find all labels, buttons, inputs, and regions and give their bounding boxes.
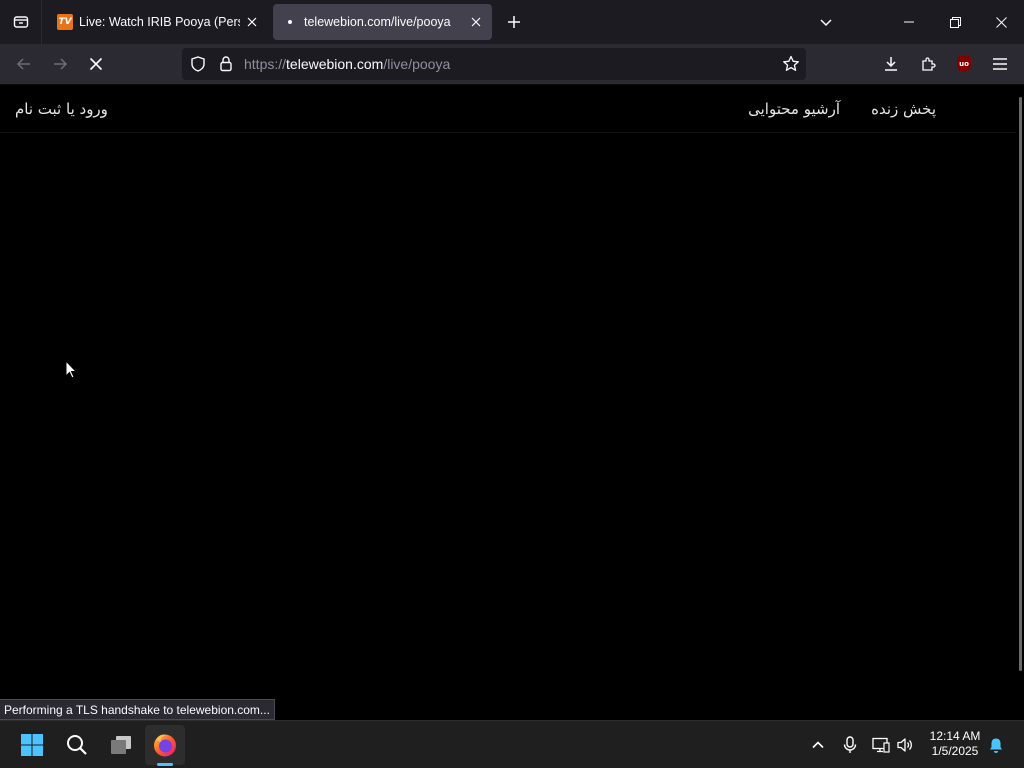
- loading-dot-icon: [282, 14, 298, 30]
- clock-date: 1/5/2025: [931, 744, 979, 758]
- tab-title: Live: Watch IRIB Pooya (Persian: [79, 15, 240, 29]
- taskbar-firefox-button[interactable]: [145, 725, 185, 765]
- page-scrollbar[interactable]: [1019, 97, 1022, 671]
- start-button[interactable]: [12, 725, 52, 765]
- stop-icon: [89, 57, 103, 71]
- taskbar: 12:14 AM 1/5/2025: [0, 720, 1024, 768]
- system-clock[interactable]: 12:14 AM 1/5/2025: [922, 729, 988, 759]
- lock-icon[interactable]: [218, 55, 234, 76]
- app-menu-button[interactable]: [985, 50, 1015, 78]
- ublock-badge-label: uo: [959, 60, 969, 68]
- show-hidden-icons-button[interactable]: [806, 733, 830, 757]
- arrow-right-icon: [54, 58, 68, 70]
- firefox-view-button[interactable]: [0, 0, 42, 44]
- site-header: پخش زنده آرشیو محتوایی ورود یا ثبت نام: [0, 85, 1016, 133]
- stop-button[interactable]: [81, 50, 111, 78]
- chevron-up-icon: [812, 741, 824, 749]
- extensions-button[interactable]: [913, 50, 943, 78]
- forward-button[interactable]: [45, 50, 75, 78]
- url-text[interactable]: https://telewebion.com/live/pooya: [244, 56, 450, 72]
- status-panel: Performing a TLS handshake to telewebion…: [0, 699, 275, 720]
- nav-link-live[interactable]: پخش زنده: [871, 100, 936, 118]
- windows-logo-icon: [21, 734, 43, 756]
- notifications-button[interactable]: [984, 733, 1008, 757]
- minimize-icon: [904, 21, 914, 23]
- bell-icon: [990, 738, 1002, 753]
- minimize-button[interactable]: [886, 0, 932, 44]
- network-tray-button[interactable]: [869, 733, 893, 757]
- url-scheme: https://: [244, 56, 287, 72]
- firefox-icon: [154, 734, 176, 757]
- arrow-left-icon: [16, 58, 30, 70]
- search-button[interactable]: [57, 725, 97, 765]
- telewebion-favicon: TV: [57, 14, 73, 30]
- microphone-tray-button[interactable]: [838, 733, 862, 757]
- close-window-button[interactable]: [978, 0, 1024, 44]
- hamburger-menu-icon: [993, 58, 1007, 70]
- favicon-label: TV: [58, 17, 72, 27]
- back-button[interactable]: [9, 50, 39, 78]
- bookmark-star-icon[interactable]: [782, 55, 800, 77]
- list-all-tabs-button[interactable]: [814, 10, 838, 34]
- active-app-indicator: [157, 763, 173, 766]
- close-icon: [995, 16, 1007, 28]
- new-tab-button[interactable]: [502, 10, 526, 34]
- downloads-button[interactable]: [876, 50, 906, 78]
- url-path: /live/pooya: [383, 56, 451, 72]
- task-view-button[interactable]: [101, 725, 141, 765]
- close-tab-icon[interactable]: [464, 10, 488, 34]
- volume-tray-button[interactable]: [893, 733, 917, 757]
- url-bar[interactable]: https://telewebion.com/live/pooya: [182, 48, 806, 80]
- ublock-origin-button[interactable]: uo: [949, 50, 979, 78]
- tab-title: telewebion.com/live/pooya: [304, 15, 451, 29]
- tab-irib-pooya[interactable]: TV Live: Watch IRIB Pooya (Persian: [48, 4, 268, 40]
- download-icon: [885, 57, 897, 71]
- mouse-pointer-icon: [65, 359, 78, 383]
- chevron-down-icon: [820, 19, 832, 27]
- close-tab-icon[interactable]: [240, 10, 264, 34]
- clock-time: 12:14 AM: [929, 729, 981, 743]
- speaker-icon: [897, 738, 912, 752]
- search-icon: [67, 735, 87, 755]
- nav-link-archive[interactable]: آرشیو محتوایی: [748, 100, 840, 118]
- restore-button[interactable]: [932, 0, 978, 44]
- tracking-protection-shield-icon[interactable]: [190, 56, 206, 76]
- login-signup-link[interactable]: ورود یا ثبت نام: [15, 100, 108, 118]
- ublock-shield-icon: uo: [957, 56, 971, 72]
- tab-bar: TV Live: Watch IRIB Pooya (Persian telew…: [0, 0, 1024, 44]
- tab-telewebion-live[interactable]: telewebion.com/live/pooya: [273, 4, 492, 40]
- web-content: پخش زنده آرشیو محتوایی ورود یا ثبت نام: [0, 85, 1024, 719]
- restore-icon: [949, 16, 961, 28]
- puzzle-icon: [922, 57, 936, 71]
- firefox-view-icon: [13, 16, 28, 28]
- url-host: telewebion.com: [286, 56, 384, 72]
- plus-icon: [508, 16, 520, 28]
- microphone-icon: [843, 736, 857, 753]
- task-view-icon: [111, 736, 131, 754]
- network-icon: [872, 737, 890, 753]
